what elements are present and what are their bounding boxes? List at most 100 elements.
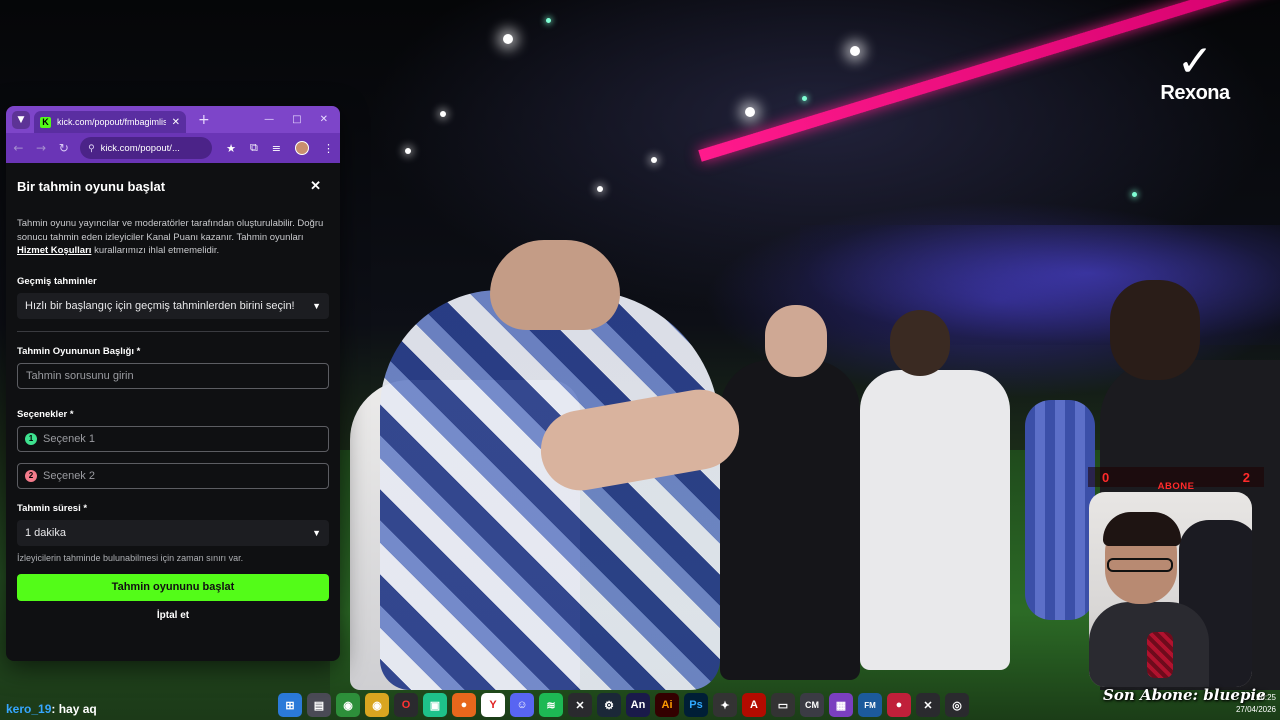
photoshop-icon[interactable]: Ps [684, 693, 708, 717]
title-label: Tahmin Oyununun Başlığı * [17, 345, 141, 357]
discord-icon[interactable]: ☺ [510, 693, 534, 717]
opera-icon[interactable]: O [394, 693, 418, 717]
title-input[interactable]: Tahmin sorusunu girin [17, 362, 329, 389]
tab-search-icon[interactable]: ▼ [12, 110, 30, 129]
firefox-icon[interactable]: ● [452, 693, 476, 717]
hugging-man-shirt [380, 290, 720, 690]
settings-icon[interactable]: ✦ [713, 693, 737, 717]
smiling-man [720, 360, 860, 680]
player-head [890, 310, 950, 376]
new-tab-icon[interactable]: + [198, 112, 210, 128]
file-icon[interactable]: ▤ [307, 693, 331, 717]
illustrator-icon[interactable]: Ai [655, 693, 679, 717]
chevron-down-icon: ▼ [312, 527, 321, 538]
duration-value: 1 dakika [25, 526, 66, 539]
chrome-icon[interactable]: ◉ [365, 693, 389, 717]
past-predictions-select[interactable]: Hızlı bir başlangıç için geçmiş tahminle… [17, 292, 329, 319]
chat-username: kero_19 [6, 702, 52, 716]
windows-start-icon[interactable]: ⊞ [278, 693, 302, 717]
capcut-icon[interactable]: ✕ [916, 693, 940, 717]
streamer-hair [1103, 512, 1181, 546]
player-blue-kit [1025, 400, 1095, 620]
acrobat-icon[interactable]: A [742, 693, 766, 717]
duration-hint: İzleyicilerin tahminde bulunabilmesi içi… [17, 552, 244, 563]
stadium-light [503, 34, 513, 44]
dialog-title: Bir tahmin oyunu başlat [17, 178, 166, 194]
option-1-placeholder: Seçenek 1 [43, 432, 95, 445]
forward-icon[interactable]: → [35, 141, 48, 155]
extension-icon[interactable]: ⧉ [250, 141, 258, 155]
checkmark-icon: ✓ [1176, 36, 1214, 87]
system-clock[interactable]: 20:25 27/04/2026 [1222, 692, 1280, 718]
close-icon[interactable]: ✕ [310, 178, 329, 194]
spotify-icon[interactable]: ≋ [539, 693, 563, 717]
cancel-button[interactable]: İptal et [17, 610, 329, 621]
obs-icon[interactable]: ◎ [945, 693, 969, 717]
window-close-icon[interactable]: ✕ [320, 114, 328, 125]
webcam-overlay [1089, 492, 1252, 687]
option-2-badge: 2 [25, 469, 37, 482]
past-predictions-label: Geçmiş tahminler [17, 275, 97, 287]
duration-label: Tahmin süresi * [17, 502, 88, 514]
stadium-light [651, 157, 657, 163]
player-white-kit [860, 370, 1010, 670]
divider [17, 330, 329, 332]
record-icon[interactable]: ● [887, 693, 911, 717]
chevron-down-icon: ▼ [312, 300, 321, 311]
past-predictions-value: Hızlı bir başlangıç için geçmiş tahminle… [25, 299, 295, 312]
tab-strip: ▼ K kick.com/popout/fmbagimlisi/c ✕ + — … [6, 106, 340, 133]
tab-title: kick.com/popout/fmbagimlisi/c [57, 117, 166, 127]
subscriber-label: ABONE [1157, 480, 1195, 492]
stadium-light [802, 96, 807, 101]
option-2-placeholder: Seçenek 2 [43, 469, 95, 482]
taskbar: ⊞ ▤ ◉ ◉ O ▣ ● Y ☺ ≋ ✕ ⚙ An Ai Ps ✦ A ▭ C… [270, 690, 1060, 720]
site-info-icon[interactable]: ⚲ [88, 143, 95, 154]
star-icon[interactable]: ★ [226, 142, 236, 155]
terms-link[interactable]: Hizmet Koşulları [17, 245, 91, 256]
glasses [1107, 558, 1173, 572]
kebab-menu-icon[interactable]: ⋮ [323, 142, 334, 155]
toolbar-actions: ★ ⧉ ≡ ⋮ [226, 141, 334, 155]
chrome-icon[interactable]: ◉ [336, 693, 360, 717]
maximize-icon[interactable]: □ [292, 114, 301, 125]
clock-time: 20:25 [1255, 693, 1276, 702]
option-2-input[interactable]: 2 Seçenek 2 [17, 462, 329, 489]
description-text: Tahmin oyunu yayıncılar ve moderatörler … [17, 218, 324, 243]
window-controls: — □ ✕ [264, 114, 334, 125]
chat-message: kero_19: hay aq [6, 702, 97, 718]
stadium-light [1132, 192, 1137, 197]
app-icon[interactable]: ▣ [423, 693, 447, 717]
stadium-light [597, 186, 603, 192]
rexona-wordmark: Rexona [1160, 82, 1230, 104]
microphone [1147, 632, 1173, 678]
clock-date: 27/04/2026 [1235, 705, 1276, 714]
cm-icon[interactable]: CM [800, 693, 824, 717]
address-bar[interactable]: ⚲ kick.com/popout/... [80, 137, 213, 159]
title-placeholder: Tahmin sorusunu girin [26, 369, 134, 382]
reload-icon[interactable]: ↻ [57, 141, 70, 155]
app-icon[interactable]: ▦ [829, 693, 853, 717]
profile-avatar[interactable] [295, 141, 310, 155]
options-label: Seçenekler * [17, 408, 74, 420]
yandex-icon[interactable]: Y [481, 693, 505, 717]
rexona-logo: ✓ Rexona [1150, 40, 1240, 105]
description-text: kurallarımızı ihlal etmemelidir. [91, 245, 220, 256]
capcut-icon[interactable]: ✕ [568, 693, 592, 717]
animate-icon[interactable]: An [626, 693, 650, 717]
close-icon[interactable]: ✕ [172, 117, 180, 128]
stadium-light [440, 111, 446, 117]
camera-icon[interactable]: ▭ [771, 693, 795, 717]
subscriber-goal: 2 [1242, 469, 1250, 485]
browser-window: ▼ K kick.com/popout/fmbagimlisi/c ✕ + — … [6, 106, 340, 661]
option-1-input[interactable]: 1 Seçenek 1 [17, 425, 329, 452]
browser-tab[interactable]: K kick.com/popout/fmbagimlisi/c ✕ [34, 111, 186, 133]
duration-select[interactable]: 1 dakika ▼ [17, 519, 329, 546]
minimize-icon[interactable]: — [264, 114, 274, 125]
toolbar: ← → ↻ ⚲ kick.com/popout/... ★ ⧉ ≡ ⋮ [6, 133, 340, 163]
steam-icon[interactable]: ⚙ [597, 693, 621, 717]
person-right-head [1110, 280, 1200, 380]
start-prediction-button[interactable]: Tahmin oyununu başlat [17, 573, 329, 601]
fm-icon[interactable]: FM [858, 693, 882, 717]
media-icon[interactable]: ≡ [272, 142, 281, 155]
back-icon[interactable]: ← [12, 141, 25, 155]
